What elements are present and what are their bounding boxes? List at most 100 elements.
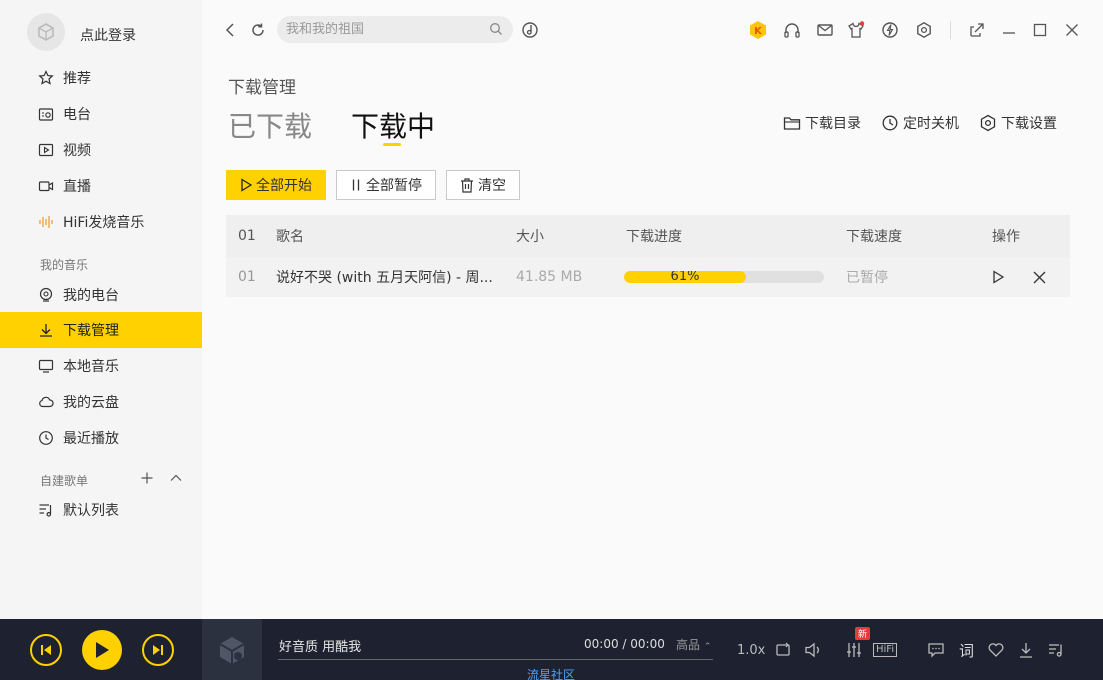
comment-button[interactable] (927, 639, 945, 661)
search-input[interactable] (286, 22, 476, 37)
login-link[interactable]: 点此登录 (80, 25, 136, 45)
cube-logo-icon (38, 23, 54, 41)
sidebar-item-default-playlist[interactable]: 默认列表 (0, 492, 202, 528)
play-icon (993, 270, 1004, 284)
playlist-icon (38, 502, 54, 518)
close-icon (1033, 271, 1045, 283)
album-cover[interactable] (202, 619, 262, 680)
minimize-button[interactable] (999, 20, 1019, 40)
playlists-section-title: 自建歌单 (40, 474, 89, 488)
headphones-button[interactable] (782, 20, 802, 40)
sidebar-item-label: 默认列表 (63, 503, 119, 519)
close-icon (1066, 24, 1078, 36)
playlist-button[interactable] (1047, 639, 1065, 661)
favorite-button[interactable] (987, 639, 1005, 661)
tab-downloading[interactable]: 下载中 (351, 105, 435, 145)
settings-button[interactable] (914, 20, 934, 40)
tab-downloaded[interactable]: 已下载 (228, 105, 312, 145)
mini-mode-button[interactable] (967, 20, 987, 40)
sidebar: 点此登录 推荐 电台 视频 直播 HiFi发烧音乐 我的音乐 我的电台 下载管理… (0, 0, 202, 619)
volume-button[interactable] (804, 639, 824, 661)
download-folder-button[interactable]: 下载目录 (783, 113, 861, 133)
pause-all-button[interactable]: 全部暂停 (336, 170, 436, 200)
delete-button[interactable] (1029, 267, 1049, 287)
volume-icon (805, 642, 819, 658)
svg-text:K: K (754, 26, 763, 37)
sidebar-item-label: 电台 (63, 107, 91, 123)
maximize-button[interactable] (1030, 20, 1050, 40)
speed-button[interactable]: 1.0x (737, 639, 765, 661)
skin-button[interactable] (846, 20, 866, 40)
monitor-icon (38, 358, 54, 374)
sidebar-item-label: 最近播放 (63, 431, 119, 447)
sidebar-item-live[interactable]: 直播 (0, 168, 202, 204)
play-button[interactable] (82, 630, 122, 670)
next-button[interactable] (142, 634, 174, 666)
start-all-button[interactable]: 全部开始 (226, 170, 326, 200)
headphones-icon (784, 23, 800, 38)
sidebar-item-local-music[interactable]: 本地音乐 (0, 348, 202, 384)
divider (950, 21, 951, 39)
quality-label: 高品 (676, 638, 701, 652)
loop-button[interactable] (774, 639, 792, 661)
row-size: 41.85 MB (516, 269, 583, 285)
sidebar-item-video[interactable]: 视频 (0, 132, 202, 168)
refresh-button[interactable] (248, 20, 268, 40)
table-row[interactable]: 01 说好不哭 (with 五月天阿信) - 周... 41.85 MB 61%… (226, 257, 1070, 297)
mail-icon (817, 24, 833, 36)
sidebar-item-label: 推荐 (63, 71, 91, 87)
equalizer-button[interactable] (845, 639, 863, 661)
next-icon (153, 645, 163, 655)
previous-button[interactable] (30, 634, 62, 666)
playlist-icon (1049, 644, 1062, 657)
resume-button[interactable] (988, 267, 1008, 287)
song-title: 好音质 用酷我 (279, 640, 362, 655)
music-recognition-button[interactable] (520, 20, 540, 40)
download-button[interactable] (1017, 639, 1035, 661)
sidebar-item-label: 直播 (63, 179, 91, 195)
sidebar-item-recommend[interactable]: 推荐 (0, 60, 202, 96)
equalizer-icon (847, 643, 861, 657)
search-icon[interactable] (489, 22, 503, 40)
sidebar-item-my-radio[interactable]: 我的电台 (0, 277, 202, 313)
lyrics-button[interactable]: 词 (959, 639, 974, 661)
play-icon (96, 642, 109, 658)
download-folder-label: 下载目录 (805, 116, 861, 132)
back-button[interactable] (220, 20, 240, 40)
sidebar-item-hifi[interactable]: HiFi发烧音乐 (0, 204, 202, 240)
loop-icon (776, 642, 790, 656)
row-index: 01 (238, 269, 256, 285)
progress-slider[interactable] (278, 659, 713, 660)
comment-icon (928, 643, 944, 658)
avatar[interactable] (27, 13, 65, 51)
community-link[interactable]: 流星社区 (527, 666, 575, 680)
vip-button[interactable]: K (748, 20, 768, 40)
hifi-button[interactable]: HiFi (873, 639, 898, 661)
sidebar-item-download-manager[interactable]: 下载管理 (0, 312, 202, 348)
clear-button[interactable]: 清空 (446, 170, 520, 200)
my-music-section-title: 我的音乐 (40, 258, 89, 272)
sidebar-item-recent[interactable]: 最近播放 (0, 420, 202, 456)
chevron-up-icon: ⌃ (703, 642, 712, 652)
sidebar-item-cloud-disk[interactable]: 我的云盘 (0, 384, 202, 420)
shirt-icon (848, 21, 865, 38)
top-bar: K (202, 0, 1103, 60)
chevron-left-icon (225, 23, 234, 37)
timed-shutdown-button[interactable]: 定时关机 (881, 113, 959, 133)
plus-icon[interactable] (140, 471, 154, 485)
quality-selector[interactable]: 高品 ⌃ (676, 636, 711, 653)
boost-button[interactable] (880, 20, 900, 40)
video-icon (38, 142, 54, 158)
chevron-up-icon[interactable] (169, 471, 183, 485)
sidebar-item-radio[interactable]: 电台 (0, 96, 202, 132)
pause-all-label: 全部暂停 (366, 178, 422, 194)
download-settings-button[interactable]: 下载设置 (979, 113, 1057, 133)
download-progress-bar: 61% (624, 271, 824, 283)
close-button[interactable] (1062, 20, 1082, 40)
header-index: 01 (238, 228, 256, 244)
cube-logo-icon (219, 636, 245, 664)
camera-icon (38, 178, 54, 194)
active-tab-indicator (383, 143, 401, 146)
page-title: 下载管理 (228, 78, 296, 98)
mail-button[interactable] (815, 20, 835, 40)
